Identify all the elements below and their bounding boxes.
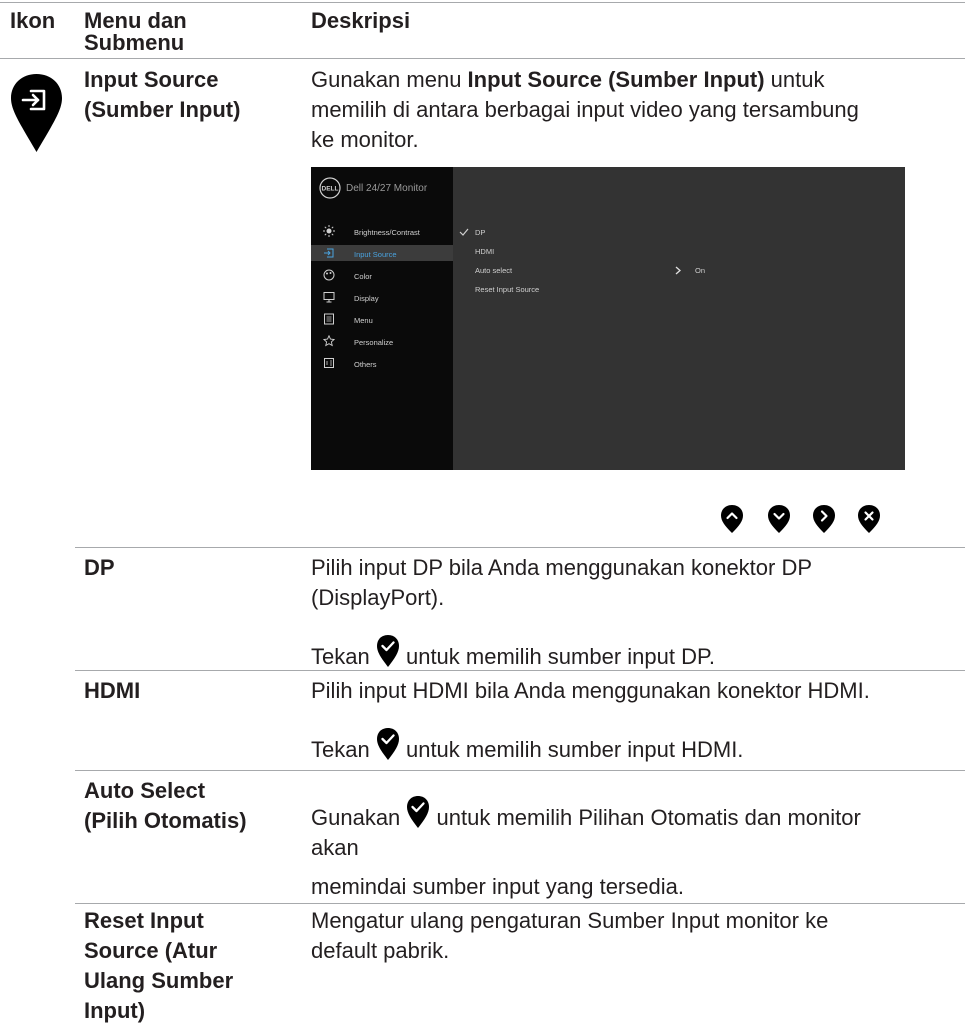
up-button-icon — [721, 505, 743, 533]
osd-menu-brightness[interactable]: Brightness/Contrast — [354, 228, 420, 237]
header-menu: Menu dan Submenu — [84, 8, 187, 55]
dp-description: Pilih input DP bila Anda menggunakan kon… — [311, 555, 813, 610]
input-source-description: Gunakan menu Input Source (Sumber Input)… — [311, 67, 859, 152]
osd-menu-others[interactable]: Others — [354, 360, 377, 369]
menu-dp: DP — [84, 555, 115, 580]
osd-menu-screenshot: DELL Dell 24/27 Monitor Brightness/Contr… — [311, 167, 905, 470]
dp-press-instruction: Tekan untuk memilih sumber input DP. — [311, 634, 715, 672]
input-source-icon — [324, 248, 334, 258]
close-button-icon — [858, 505, 880, 533]
chevron-right-icon — [675, 266, 681, 275]
check-button-icon — [376, 635, 399, 667]
osd-menu-input-source[interactable]: Input Source — [354, 250, 397, 259]
menu-input-source: Input Source (Sumber Input) — [84, 67, 241, 122]
osd-option-hdmi[interactable]: HDMI — [475, 247, 494, 256]
osd-sidebar: DELL Dell 24/27 Monitor Brightness/Contr… — [311, 167, 453, 470]
osd-title: Dell 24/27 Monitor — [346, 183, 428, 194]
svg-text:DELL: DELL — [322, 186, 339, 193]
down-button-icon — [768, 505, 790, 533]
others-icon — [324, 358, 334, 368]
header-icon: Ikon — [10, 8, 56, 33]
right-button-icon — [813, 505, 835, 533]
display-icon — [323, 292, 335, 303]
menu-reset-input-source: Reset Input Source (Atur Ulang Sumber In… — [84, 908, 234, 1023]
osd-auto-select-value: On — [695, 266, 706, 275]
auto-select-description: Gunakan untuk memilih Pilihan Otomatis d… — [311, 795, 861, 863]
osd-option-auto-select[interactable]: Auto select — [475, 266, 512, 275]
osd-option-dp[interactable]: DP — [475, 228, 485, 237]
input-source-pin-icon — [11, 74, 62, 152]
osd-menu-menu[interactable]: Menu — [354, 316, 373, 325]
hdmi-press-instruction: Tekan untuk memilih sumber input HDMI. — [311, 727, 743, 765]
osd-menu-personalize[interactable]: Personalize — [354, 338, 393, 347]
osd-menu-display[interactable]: Display — [354, 294, 379, 303]
check-button-icon — [407, 796, 430, 828]
menu-hdmi: HDMI — [84, 678, 141, 703]
auto-select-description-continued: memindai sumber input yang tersedia. — [311, 874, 684, 899]
reset-input-source-description: Mengatur ulang pengaturan Sumber Input m… — [311, 908, 829, 963]
osd-option-reset-input-source[interactable]: Reset Input Source — [475, 285, 539, 294]
header-description: Deskripsi — [311, 8, 411, 33]
menu-auto-select: Auto Select (Pilih Otomatis) — [84, 778, 247, 833]
brightness-icon — [323, 225, 335, 237]
color-icon — [323, 269, 335, 281]
dell-logo: DELL — [319, 177, 341, 199]
personalize-icon — [323, 335, 335, 347]
osd-menu-color[interactable]: Color — [354, 272, 372, 281]
check-button-icon — [376, 728, 399, 760]
checkmark-icon — [459, 228, 469, 236]
osd-submenu-panel: DP HDMI Auto select On Reset Input Sourc… — [453, 167, 905, 470]
hdmi-description: Pilih input HDMI bila Anda menggunakan k… — [311, 678, 870, 703]
menu-icon — [324, 313, 334, 325]
